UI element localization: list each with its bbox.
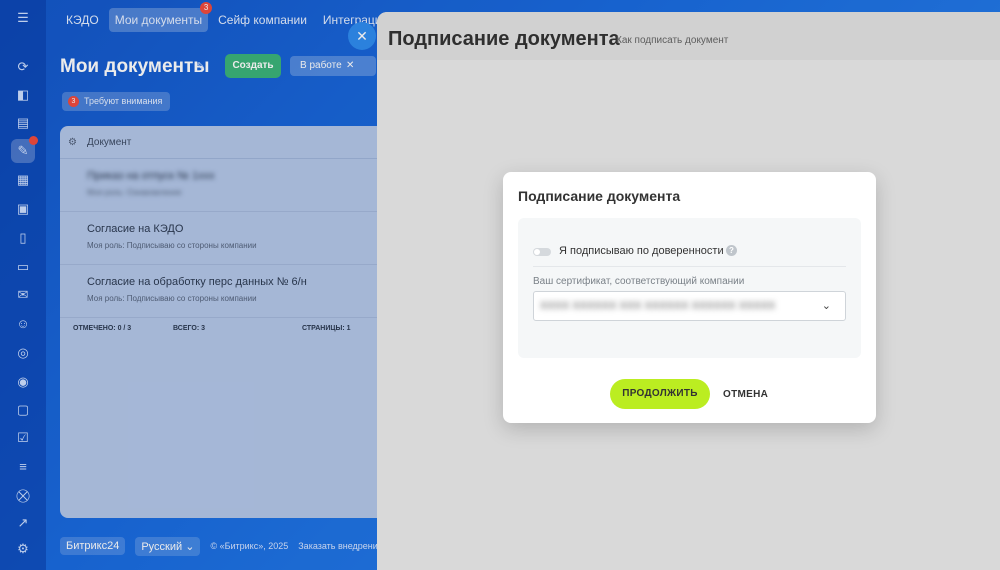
divider	[533, 266, 846, 267]
dialog-title: Подписание документа	[518, 188, 681, 204]
help-icon[interactable]: ?	[726, 245, 737, 256]
chevron-down-icon: ⌄	[821, 300, 831, 312]
signing-dialog: Подписание документа Я подписываю по дов…	[503, 172, 876, 423]
cancel-button[interactable]: ОТМЕНА	[723, 389, 768, 400]
certificate-value: ХХХХ ХХХХХХ ХХХ ХХХХХХ ХХХХХХ ХХХХХ	[540, 300, 776, 312]
continue-button[interactable]: ПРОДОЛЖИТЬ	[610, 379, 710, 409]
dialog-body: Я подписываю по доверенности ? Ваш серти…	[518, 218, 861, 358]
certificate-label: Ваш сертификат, соответствующий компании	[533, 276, 745, 287]
toggle-label[interactable]: Я подписываю по доверенности	[559, 245, 724, 257]
power-of-attorney-toggle[interactable]	[533, 248, 551, 256]
certificate-select[interactable]: ХХХХ ХХХХХХ ХХХ ХХХХХХ ХХХХХХ ХХХХХ ⌄	[533, 291, 846, 321]
